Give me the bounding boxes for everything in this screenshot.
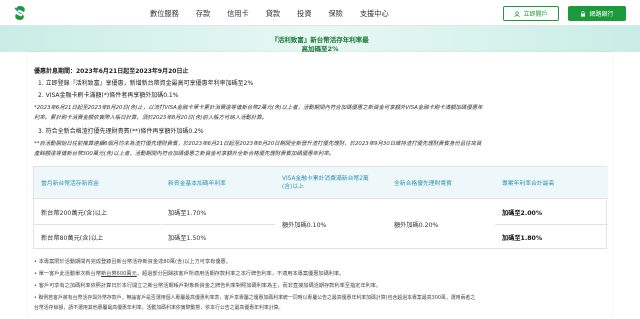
nav-item[interactable]: 保險 — [329, 9, 343, 19]
nav-item[interactable]: 數位服務 — [150, 9, 179, 19]
priority-note-line2: 產餘額達等值新台幣300萬元(含)以上者，活動期間內符合加碼優惠之新資金可享額外… — [34, 151, 335, 157]
table-header-cell: VISA金融卡累計消費滿新台幣2萬 (含)以上 — [282, 176, 369, 190]
promo-period: 優惠計息期間：2023年6月21日起至2023年9月20日止 — [34, 68, 189, 75]
promo-item-1: 1. 立即登錄『活利致富』享優惠，新增新台幣資金最高可享優惠年利率加碼至2% — [38, 80, 254, 87]
table-cell: 加碼至2.00% — [502, 210, 543, 217]
table-cell: 新台幣80萬元(含)以上 — [41, 235, 104, 242]
note-1: • 本專案限於活動期間內完成登錄且新台幣活存新資金達80萬(含)以上方可享有優惠… — [34, 259, 231, 265]
register-label: 立即開戶 — [523, 11, 548, 18]
table-header-cell: 新資金基本加碼年利率 — [168, 181, 226, 187]
note-4: • 聯例若客戶將有台幣活存與外幣存款戶，無論客戶是否選用個人專屬最高優惠利率表，… — [34, 295, 476, 301]
promo-banner: 『活利致富』新台幣活存年利率最 高加碼至2% — [0, 26, 640, 53]
promo-item-2: 2. VISA金融卡刷卡滿額(*)條件者再享額外加碼0.1% — [38, 92, 179, 99]
lock-icon — [581, 10, 586, 17]
table-cell: 額外加碼0.20% — [394, 222, 439, 229]
table-cell: 額外加碼0.10% — [282, 222, 327, 229]
nav-item[interactable]: 存款 — [196, 9, 210, 19]
site-header: 數位服務 存款 信用卡 貸款 投資 保險 支援中心 立即開戶 網路銀行 — [0, 0, 640, 26]
visa-note-line1: *2023年6月21日起至2023年8月20日(含)止，以流打VISA金融卡單卡… — [34, 105, 483, 111]
note-2-text-b: ，超過部分回歸該客戶所適用活期存款利率之本行牌告利率，不適用本專案優惠加碼利率。 — [136, 271, 345, 277]
promo-item-3: 3. 符合全新合格渣打優先理財貴賓(**)條件再享額外加碼0.2% — [38, 128, 204, 135]
user-icon — [514, 10, 521, 17]
bank-logo-icon[interactable] — [12, 5, 28, 21]
table-cell: 加碼至1.70% — [168, 210, 207, 217]
nav-item[interactable]: 支援中心 — [360, 9, 389, 19]
note-3: • 客戶可享有之加碼利率依照計算日於本行開立之新台幣活期帳戶對象新資金之牌告利率… — [34, 283, 382, 289]
online-banking-label: 網路銀行 — [589, 11, 614, 18]
row-divider — [495, 224, 608, 225]
note-5: 台幣活存餘額，請不選用其他專屬最高優惠年利率，活動加碼利率依實際動態，依本行公告… — [34, 305, 284, 311]
note-2-text-a: • 單一客戶此活動單次新台幣 — [34, 271, 101, 277]
nav-item[interactable]: 信用卡 — [227, 9, 249, 19]
row-divider — [34, 224, 160, 225]
nav-item[interactable]: 投資 — [297, 9, 311, 19]
rate-table: 當月新台幣活存新資金 新資金基本加碼年利率 VISA金融卡累計消費滿新台幣2萬 … — [33, 166, 608, 249]
table-cell: 新台幣200萬元(含)以上 — [41, 210, 108, 217]
visa-note-line2: 利率。累計刷卡消費金額依實際入帳日計算，須於2023年8月20日(含)前入帳方可… — [34, 115, 268, 121]
online-banking-button[interactable]: 網路銀行 — [568, 6, 626, 21]
table-header-cell: 全新合格優先理財貴賓 — [394, 181, 452, 187]
table-header-cell: 當月新台幣活存新資金 — [41, 181, 99, 187]
register-button[interactable]: 立即開戶 — [503, 6, 559, 21]
main-nav: 數位服務 存款 信用卡 貸款 投資 保險 支援中心 — [150, 9, 406, 19]
note-2-limit: 新台幣600萬元 — [100, 271, 137, 277]
note-2: • 單一客戶此活動單次新台幣新台幣600萬元，超過部分回歸該客戶所適用活期存款利… — [34, 270, 344, 277]
table-header-cell: 專案年利率合計最高 — [502, 181, 555, 187]
nav-item[interactable]: 貸款 — [266, 9, 280, 19]
table-cell: 加碼至1.80% — [502, 235, 543, 242]
priority-note-line1: **自活動開始日往前推算連續6個月均未為渣打優先理財貴賓，於2023年6月21日… — [34, 141, 482, 147]
row-divider — [161, 224, 275, 225]
table-cell: 加碼至1.50% — [168, 235, 207, 242]
